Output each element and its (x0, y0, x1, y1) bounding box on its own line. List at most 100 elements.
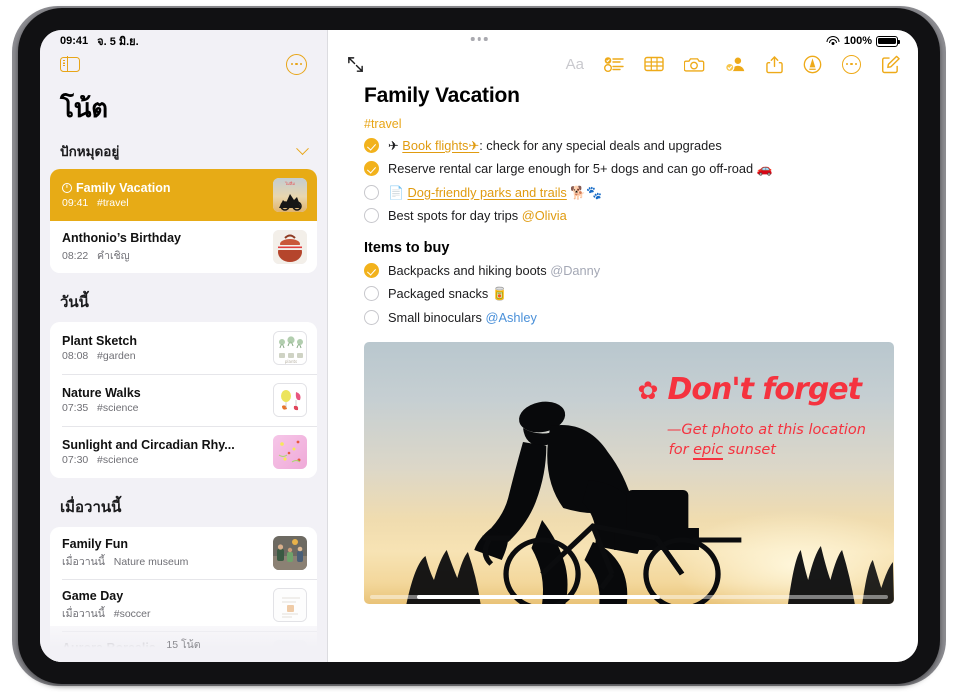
note-meta: #science (97, 454, 139, 466)
note-title: Sunlight and Circadian Rhy... (62, 438, 235, 452)
note-time: 09:41 (62, 197, 89, 209)
note-content[interactable]: Family Vacation #travel ✈ Book flights✈:… (328, 76, 918, 662)
format-text-icon[interactable]: Aa (566, 56, 584, 73)
checkbox-checked-icon[interactable] (364, 161, 379, 177)
note-meta: #travel (97, 197, 129, 209)
note-tag[interactable]: #travel (364, 117, 894, 131)
ink-annotation-line1: —Get photo at this location (666, 421, 866, 438)
list-item-family-fun[interactable]: Family Fun เมื่อวานนี้ Nature museum (50, 527, 317, 579)
checklist-item-snacks[interactable]: Packaged snacks 🥫 (364, 285, 894, 302)
mention-olivia[interactable]: @Olivia (522, 208, 567, 223)
note-more-circle-icon[interactable] (842, 54, 861, 74)
checkbox-checked-icon[interactable] (364, 138, 379, 153)
note-meta: #soccer (113, 607, 151, 620)
notes-sidebar: โน้ต ปักหมุดอยู่ Family Vacation 09:41 #… (40, 30, 327, 662)
link-dog-friendly-parks[interactable]: Dog-friendly parks and trails (408, 185, 567, 200)
note-time: เมื่อวานนี้ (62, 607, 105, 620)
sidebar-toggle-icon[interactable] (60, 55, 80, 73)
checkbox-empty-icon[interactable] (364, 309, 379, 325)
car-icon: 🚗 (756, 161, 773, 177)
note-time: เมื่อวานนี้ (62, 555, 105, 568)
link-book-flights[interactable]: Book flights (402, 138, 468, 153)
notes-count-label: 15 โน้ต (166, 638, 201, 651)
chevron-down-icon[interactable] (296, 141, 309, 155)
note-detail-pane: Aa Family Vacation #travel ✈ Book flight… (327, 30, 918, 662)
note-meta: คำเชิญ (97, 249, 130, 262)
note-title: Plant Sketch (62, 334, 138, 348)
photo-scrollbar[interactable] (370, 594, 888, 599)
markup-pen-icon[interactable] (803, 55, 822, 74)
list-item-nature-walks[interactable]: Nature Walks 07:35 #science (50, 374, 317, 426)
battery-full-icon (876, 35, 901, 47)
section-label: ปักหมุดอยู่ (60, 144, 120, 159)
note-title: Anthonio’s Birthday (62, 230, 181, 245)
section-header-yesterday: เมื่อวานนี้ (40, 481, 327, 527)
note-title: Family Vacation (76, 181, 171, 195)
add-collaborator-icon[interactable] (725, 55, 746, 73)
note-group-pinned: Family Vacation 09:41 #travel ไม่ลืม Ant… (50, 169, 317, 273)
checklist-text: Backpacks and hiking boots (388, 263, 551, 279)
cyclist-sunset-thumb: ไม่ลืม (273, 178, 307, 212)
note-time: 08:08 (62, 350, 89, 362)
checklist-text: : check for any special deals and upgrad… (479, 138, 722, 153)
mention-ashley[interactable]: @Ashley (485, 310, 536, 325)
mention-danny[interactable]: @Danny (550, 263, 600, 278)
svg-text:plants: plants (285, 359, 297, 364)
dog-paw-icon: 🐕🐾 (570, 184, 603, 200)
canned-food-icon: 🥫 (491, 286, 508, 302)
checklist-text: Reserve rental car large enough for 5+ d… (388, 161, 754, 177)
note-time: 08:22 (62, 249, 89, 262)
plane-icon: ✈ (388, 138, 399, 153)
game-day-thumb (273, 588, 307, 622)
wifi-icon (826, 36, 840, 46)
checklist-item-dog-parks[interactable]: 📄 Dog-friendly parks and trails 🐕🐾 (364, 184, 894, 201)
checklist-text: Small binoculars (388, 309, 486, 325)
sidebar-more-circle-icon[interactable] (286, 53, 307, 75)
checklist-item-day-trips[interactable]: Best spots for day trips @Olivia (364, 207, 894, 224)
plant-sketch-thumb: plants (273, 331, 307, 365)
checklist-text: Packaged snacks (388, 286, 492, 302)
checklist-text: Best spots for day trips (388, 207, 522, 223)
checkbox-empty-icon[interactable] (364, 207, 379, 223)
note-time: 07:30 (62, 454, 89, 466)
ink-annotation-title: ✿ Don't forget (637, 371, 862, 407)
list-item-anthonios-birthday[interactable]: Anthonio’s Birthday 08:22 คำเชิญ (50, 221, 317, 273)
expand-diagonal-icon[interactable] (346, 55, 365, 74)
cyclist-sunset-photo[interactable]: ✿ Don't forget —Get photo at this locatio… (364, 341, 894, 604)
checklist-item-binoculars[interactable]: Small binoculars @Ashley (364, 309, 894, 326)
note-meta: #science (97, 402, 139, 414)
checklist-item-rental-car[interactable]: Reserve rental car large enough for 5+ d… (364, 160, 894, 177)
note-title: Nature Walks (62, 386, 141, 400)
checklist-icon[interactable] (604, 56, 624, 72)
checkbox-checked-icon[interactable] (364, 263, 379, 279)
sidebar-title: โน้ต (60, 93, 108, 123)
notes-list[interactable]: ปักหมุดอยู่ Family Vacation 09:41 #trave… (40, 131, 327, 662)
table-icon[interactable] (644, 56, 664, 72)
status-bar: 09:41 จ. 5 มิ.ย. 100% (40, 30, 918, 52)
camera-icon[interactable] (684, 56, 705, 73)
checkbox-empty-icon[interactable] (364, 184, 379, 200)
section-heading-items-to-buy: Items to buy (364, 240, 450, 257)
status-time: 09:41 (60, 35, 89, 47)
note-group-today: Plant Sketch 08:08 #garden plants Nature… (50, 322, 317, 478)
list-item-plant-sketch[interactable]: Plant Sketch 08:08 #garden plants (50, 322, 317, 374)
compose-note-icon[interactable] (881, 55, 900, 74)
section-header-pinned[interactable]: ปักหมุดอยู่ (40, 131, 327, 169)
checklist-item-book-flights[interactable]: ✈ Book flights✈: check for any special d… (364, 137, 894, 154)
section-label: วันนี้ (60, 294, 89, 311)
list-item-family-vacation[interactable]: Family Vacation 09:41 #travel ไม่ลืม (50, 169, 317, 221)
checklist-item-backpacks[interactable]: Backpacks and hiking boots @Danny (364, 262, 894, 279)
list-item-game-day[interactable]: Game Day เมื่อวานนี้ #soccer (50, 579, 317, 631)
share-icon[interactable] (766, 55, 783, 74)
ink-annotation-line2: for epic sunset (668, 441, 776, 460)
pin-icon (62, 183, 72, 193)
family-fun-thumb (273, 536, 307, 570)
list-item-sunlight-circadian[interactable]: Sunlight and Circadian Rhy... 07:30 #sci… (50, 426, 317, 478)
ipad-screen: 09:41 จ. 5 มิ.ย. 100% โน้ต ปักหมุดอยู่ F… (40, 30, 918, 662)
checkbox-empty-icon[interactable] (364, 286, 379, 302)
nature-walks-thumb (273, 383, 307, 417)
multitask-handle-icon[interactable] (470, 37, 488, 41)
svg-text:ไม่ลืม: ไม่ลืม (284, 181, 295, 186)
note-time: 07:35 (62, 402, 89, 414)
note-meta: #garden (97, 350, 136, 362)
